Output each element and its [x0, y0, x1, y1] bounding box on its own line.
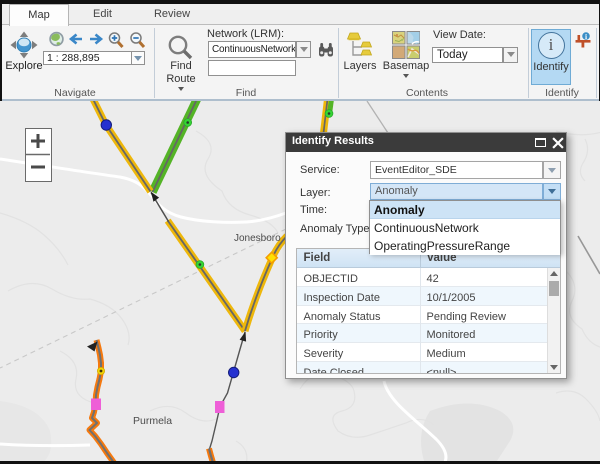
svg-text:Purmela: Purmela: [133, 415, 172, 427]
svg-text:Jonesboro: Jonesboro: [234, 233, 281, 244]
svg-text:i: i: [585, 32, 587, 41]
